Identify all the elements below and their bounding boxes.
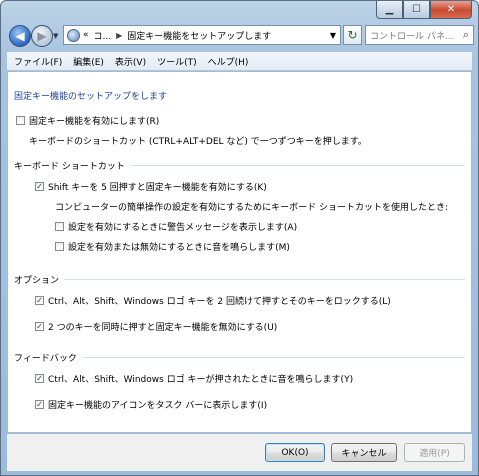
shift5-checkbox[interactable]: ✓ bbox=[35, 182, 44, 191]
two-keys-row[interactable]: ✓ 2 つのキーを同時に押すと固定キー機能を無効にする(U) bbox=[35, 320, 277, 333]
feedback-section: フィードバック bbox=[14, 351, 465, 364]
content-pane: 固定キー機能のセットアップをします 固定キー機能を有効にします(R) キーボード… bbox=[7, 71, 472, 433]
keyboard-shortcut-section: キーボード ショートカット bbox=[14, 159, 465, 172]
enable-sticky-keys-checkbox[interactable] bbox=[16, 116, 25, 125]
address-segment-control-panel[interactable]: コ... bbox=[94, 29, 112, 42]
search-icon[interactable]: ⌕ bbox=[463, 28, 469, 42]
refresh-icon: ↻ bbox=[347, 28, 358, 42]
section-divider bbox=[64, 279, 465, 280]
sticky-keys-description: キーボードのショートカット (CTRL+ALT+DEL など) で一つずつキーを… bbox=[29, 137, 367, 147]
back-button[interactable]: ◀ bbox=[9, 25, 31, 47]
control-panel-icon bbox=[67, 28, 80, 42]
enable-sticky-keys-row[interactable]: 固定キー機能を有効にします(R) bbox=[16, 114, 159, 127]
beep-row[interactable]: ✓ Ctrl、Alt、Shift、Windows ロゴ キーが押されたときに音を… bbox=[35, 372, 353, 385]
menu-help[interactable]: ヘルプ(H) bbox=[204, 55, 253, 68]
search-placeholder: コントロール パネ... bbox=[370, 31, 454, 42]
toggle-sound-row[interactable]: 設定を有効または無効にするときに音を鳴らします(M) bbox=[55, 240, 290, 253]
shift5-row[interactable]: ✓ Shift キーを 5 回押すと固定キー機能を有効にする(K) bbox=[35, 180, 267, 193]
address-segment-current[interactable]: 固定キー機能をセットアップします bbox=[127, 29, 271, 42]
page-title: 固定キー機能のセットアップをします bbox=[14, 92, 168, 102]
options-section: オプション bbox=[14, 273, 465, 286]
menu-view[interactable]: 表示(V) bbox=[111, 55, 150, 68]
address-bar[interactable]: « コ... ▶ 固定キー機能をセットアップします ▼ bbox=[63, 25, 341, 45]
forward-arrow-icon: ▶ bbox=[37, 29, 47, 43]
taskbar-icon-label[interactable]: 固定キー機能のアイコンをタスク バーに表示します(I) bbox=[48, 398, 267, 411]
beep-checkbox[interactable]: ✓ bbox=[35, 374, 44, 383]
apply-button[interactable]: 適用(P) bbox=[404, 443, 465, 462]
lock-modifier-row[interactable]: ✓ Ctrl、Alt、Shift、Windows ロゴ キーを 2 回続けて押す… bbox=[35, 294, 391, 307]
navigation-bar: ◀ ▶ ▼ « コ... ▶ 固定キー機能をセットアップします ▼ ↻ コントロ… bbox=[7, 22, 474, 49]
section-title: キーボード ショートカット bbox=[14, 162, 125, 172]
refresh-button[interactable]: ↻ bbox=[343, 25, 362, 45]
beep-label[interactable]: Ctrl、Alt、Shift、Windows ロゴ キーが押されたときに音を鳴ら… bbox=[48, 372, 353, 385]
address-overflow[interactable]: « bbox=[83, 30, 89, 40]
minimize-button[interactable]: ▁ bbox=[376, 1, 403, 19]
section-divider bbox=[129, 165, 465, 166]
control-panel-window: ▁ ☐ ✕ ◀ ▶ ▼ « コ... ▶ 固定キー機能をセットアップします ▼ … bbox=[0, 0, 479, 476]
menu-tools[interactable]: ツール(T) bbox=[153, 55, 201, 68]
toggle-sound-label[interactable]: 設定を有効または無効にするときに音を鳴らします(M) bbox=[68, 240, 290, 253]
section-title: フィードバック bbox=[14, 354, 77, 364]
menu-file[interactable]: ファイル(F) bbox=[10, 55, 66, 68]
taskbar-icon-checkbox[interactable]: ✓ bbox=[35, 400, 44, 409]
dialog-footer: OK(O) キャンセル 適用(P) bbox=[7, 434, 472, 471]
taskbar-icon-row[interactable]: ✓ 固定キー機能のアイコンをタスク バーに表示します(I) bbox=[35, 398, 267, 411]
menu-edit[interactable]: 編集(E) bbox=[69, 55, 108, 68]
chevron-right-icon[interactable]: ▶ bbox=[116, 31, 122, 40]
caption-buttons: ▁ ☐ ✕ bbox=[376, 1, 472, 19]
menu-bar: ファイル(F) 編集(E) 表示(V) ツール(T) ヘルプ(H) bbox=[7, 52, 472, 71]
lock-modifier-label[interactable]: Ctrl、Alt、Shift、Windows ロゴ キーを 2 回続けて押すとそ… bbox=[48, 294, 391, 307]
recent-pages-dropdown[interactable]: ▼ bbox=[53, 32, 58, 40]
close-button[interactable]: ✕ bbox=[430, 1, 472, 19]
warning-message-label[interactable]: 設定を有効にするときに警告メッセージを表示します(A) bbox=[68, 220, 297, 233]
search-input[interactable]: コントロール パネ... ⌕ bbox=[365, 25, 474, 45]
cancel-button[interactable]: キャンセル bbox=[331, 443, 397, 462]
warning-message-checkbox[interactable] bbox=[55, 222, 64, 231]
toggle-sound-checkbox[interactable] bbox=[55, 242, 64, 251]
shortcut-note: コンピューターの簡単操作の設定を有効にするためにキーボード ショートカットを使用… bbox=[55, 203, 448, 213]
forward-button[interactable]: ▶ bbox=[31, 25, 53, 47]
back-arrow-icon: ◀ bbox=[15, 29, 25, 43]
section-divider bbox=[81, 357, 465, 358]
shift5-label[interactable]: Shift キーを 5 回押すと固定キー機能を有効にする(K) bbox=[48, 180, 267, 193]
two-keys-label[interactable]: 2 つのキーを同時に押すと固定キー機能を無効にする(U) bbox=[48, 320, 277, 333]
maximize-button[interactable]: ☐ bbox=[403, 1, 430, 19]
two-keys-checkbox[interactable]: ✓ bbox=[35, 322, 44, 331]
ok-button[interactable]: OK(O) bbox=[265, 443, 325, 462]
chevron-down-icon[interactable]: ▼ bbox=[330, 31, 336, 40]
enable-sticky-keys-label[interactable]: 固定キー機能を有効にします(R) bbox=[29, 114, 159, 127]
section-title: オプション bbox=[14, 276, 60, 286]
lock-modifier-checkbox[interactable]: ✓ bbox=[35, 296, 44, 305]
warning-message-row[interactable]: 設定を有効にするときに警告メッセージを表示します(A) bbox=[55, 220, 297, 233]
